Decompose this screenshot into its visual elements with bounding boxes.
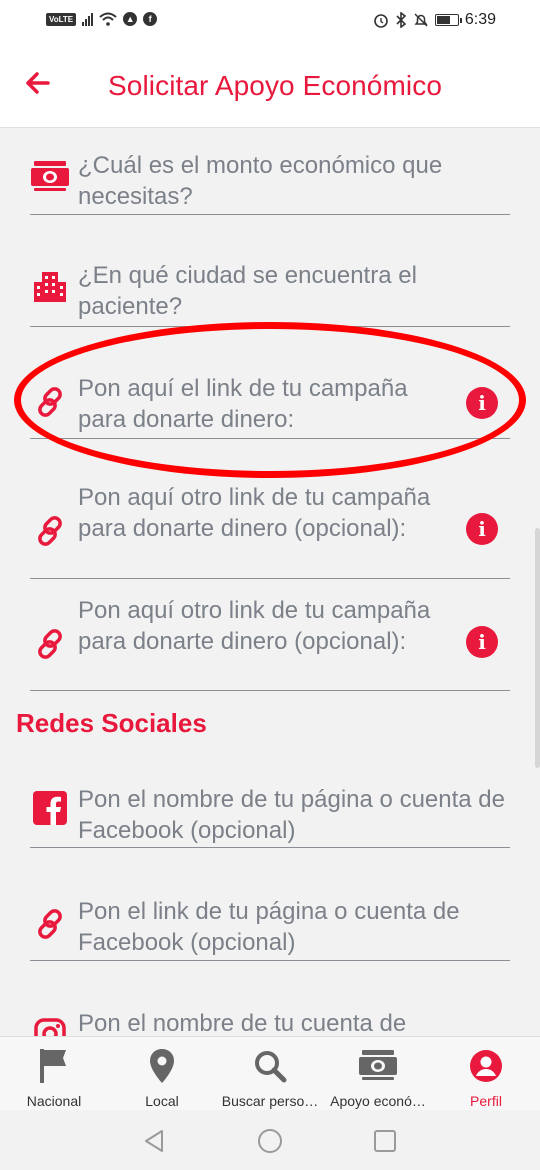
field-label: Pon aquí otro link de tu campaña para do… xyxy=(78,597,431,655)
facebook-notification-icon: f xyxy=(143,12,158,26)
campaign-link-field[interactable]: Pon aquí el link de tu campaña para dona… xyxy=(30,368,510,439)
wifi-icon xyxy=(99,12,117,26)
money-icon xyxy=(30,156,70,196)
back-arrow-icon[interactable] xyxy=(22,66,56,100)
map-pin-icon xyxy=(143,1047,181,1085)
mute-bell-icon xyxy=(414,13,428,27)
info-icon[interactable]: i xyxy=(466,626,498,658)
signal-icon xyxy=(82,12,94,26)
status-bar: VoLTE ▲ f 6:39 xyxy=(0,0,540,44)
social-section-title: Redes Sociales xyxy=(16,708,207,738)
bluetooth-icon xyxy=(396,12,407,28)
field-label: Pon aquí el link de tu campaña para dona… xyxy=(78,375,408,433)
nav-item-perfil[interactable]: Perfil xyxy=(432,1037,540,1111)
facebook-icon xyxy=(30,788,70,828)
form-content[interactable]: ¿Cuál es el monto económico que necesita… xyxy=(0,128,540,1036)
link-icon xyxy=(30,511,70,551)
flag-icon xyxy=(35,1047,73,1085)
status-left-icons: VoLTE ▲ f xyxy=(46,12,158,26)
scrollbar[interactable] xyxy=(535,528,540,768)
optional-link-field-2[interactable]: Pon aquí otro link de tu campaña para do… xyxy=(30,595,510,691)
field-label: ¿En qué ciudad se encuentra el paciente? xyxy=(78,262,417,320)
system-back-icon[interactable] xyxy=(142,1128,168,1154)
info-icon[interactable]: i xyxy=(466,513,498,545)
nav-label: Local xyxy=(145,1093,179,1109)
instagram-name-field[interactable]: Pon el nombre de tu cuenta de xyxy=(30,1006,510,1036)
link-icon xyxy=(30,382,70,422)
nav-label: Perfil xyxy=(470,1093,502,1109)
nav-item-buscar[interactable]: Buscar perso… xyxy=(216,1037,324,1111)
profile-icon xyxy=(467,1047,505,1085)
nav-item-local[interactable]: Local xyxy=(108,1037,216,1111)
info-icon[interactable]: i xyxy=(466,387,498,419)
volte-badge: VoLTE xyxy=(46,12,77,26)
facebook-link-field[interactable]: Pon el link de tu página o cuenta de Fac… xyxy=(30,894,510,961)
field-label: Pon aquí otro link de tu campaña para do… xyxy=(78,484,431,542)
status-right-icons: 6:39 xyxy=(373,11,496,29)
battery-icon xyxy=(434,14,462,26)
system-recents-icon[interactable] xyxy=(372,1128,398,1154)
field-label: Pon el nombre de tu página o cuenta de F… xyxy=(78,786,505,844)
amount-field[interactable]: ¿Cuál es el monto económico que necesita… xyxy=(30,150,510,215)
field-label: Pon el nombre de tu cuenta de xyxy=(78,1010,407,1036)
link-icon xyxy=(30,624,70,664)
bottom-navigation: Nacional Local Buscar perso… Apoyo econó… xyxy=(0,1036,540,1110)
money-icon xyxy=(359,1047,397,1085)
search-icon xyxy=(251,1047,289,1085)
nav-label: Nacional xyxy=(26,1093,82,1109)
page-title: Solicitar Apoyo Económico xyxy=(108,70,443,101)
system-navigation-bar xyxy=(0,1110,540,1170)
optional-link-field-1[interactable]: Pon aquí otro link de tu campaña para do… xyxy=(30,482,510,579)
instagram-icon xyxy=(30,1014,70,1036)
link-icon xyxy=(30,904,70,944)
facebook-name-field[interactable]: Pon el nombre de tu página o cuenta de F… xyxy=(30,782,510,848)
alarm-icon xyxy=(374,14,388,28)
status-time: 6:39 xyxy=(464,11,496,28)
city-field[interactable]: ¿En qué ciudad se encuentra el paciente? xyxy=(30,258,510,327)
app-bar: Solicitar Apoyo Económico xyxy=(0,44,540,128)
field-label: Pon el link de tu página o cuenta de Fac… xyxy=(78,898,460,956)
nav-item-nacional[interactable]: Nacional xyxy=(0,1037,108,1111)
nav-item-apoyo[interactable]: Apoyo econó… xyxy=(324,1037,432,1111)
app-notification-icon: ▲ xyxy=(123,12,138,26)
field-label: ¿Cuál es el monto económico que necesita… xyxy=(78,152,443,210)
city-icon xyxy=(30,267,70,307)
nav-label: Buscar perso… xyxy=(221,1093,319,1109)
nav-label: Apoyo econó… xyxy=(330,1093,426,1109)
system-home-icon[interactable] xyxy=(257,1128,283,1154)
